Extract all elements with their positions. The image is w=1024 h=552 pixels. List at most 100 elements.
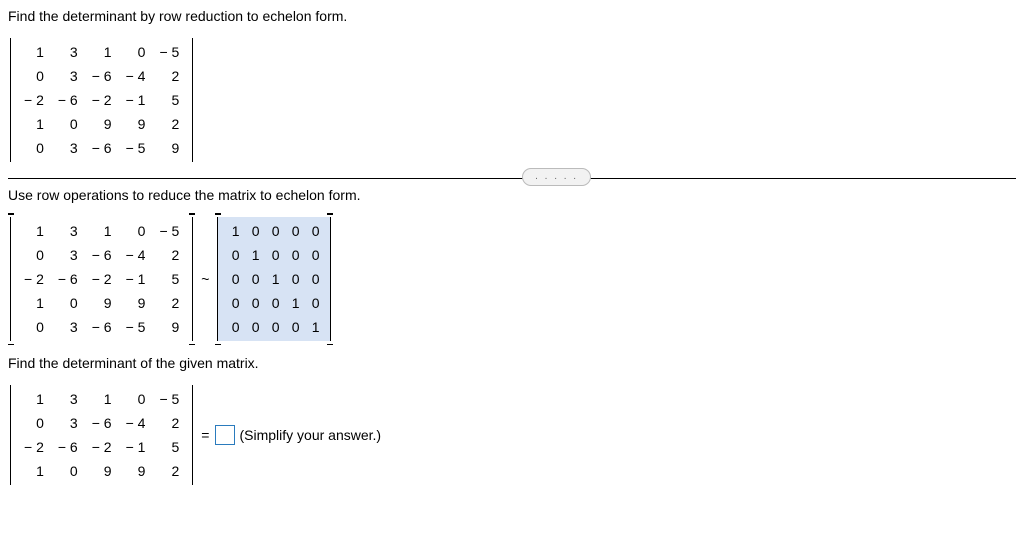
matrix-cell: 1 xyxy=(85,219,119,243)
matrix-cell: 0 xyxy=(17,315,51,339)
matrix-cell: 2 xyxy=(152,243,186,267)
matrix-cell: − 6 xyxy=(85,315,119,339)
equals-sign: = xyxy=(195,427,215,443)
table-row: 00010 xyxy=(224,291,324,315)
table-row: − 2− 6− 2− 15 xyxy=(17,88,186,112)
matrix-cell: − 6 xyxy=(85,136,119,160)
matrix-cell: 5 xyxy=(152,435,186,459)
matrix-cell: − 1 xyxy=(119,267,153,291)
matrix-cell: − 4 xyxy=(119,243,153,267)
matrix-cell: 9 xyxy=(119,291,153,315)
matrix-cell: 0 xyxy=(17,411,51,435)
matrix-cell: − 4 xyxy=(119,411,153,435)
step1-text: Use row operations to reduce the matrix … xyxy=(8,187,1016,203)
answer-input[interactable] xyxy=(215,425,235,445)
matrix-cell: − 2 xyxy=(85,267,119,291)
matrix-cell: − 4 xyxy=(119,64,153,88)
matrix-cell: 1 xyxy=(17,459,51,483)
matrix-cell: 0 xyxy=(51,291,85,315)
table-row: 03− 6− 42 xyxy=(17,243,186,267)
table-row: 00100 xyxy=(224,267,324,291)
matrix-cell: 0 xyxy=(51,459,85,483)
answer-hint: (Simplify your answer.) xyxy=(239,427,381,443)
table-row: 03− 6− 59 xyxy=(17,315,186,339)
table-row: 03− 6− 42 xyxy=(17,411,186,435)
matrix-cell: 0 xyxy=(51,112,85,136)
matrix-cell: − 5 xyxy=(152,40,186,64)
step2-text: Find the determinant of the given matrix… xyxy=(8,355,1016,371)
matrix-cell: 0 xyxy=(264,219,284,243)
matrix-cell: 0 xyxy=(284,243,304,267)
matrix-cell: 1 xyxy=(244,243,264,267)
matrix-cell: 3 xyxy=(51,136,85,160)
matrix-cell: 0 xyxy=(264,291,284,315)
table-row: 1310− 5 xyxy=(17,387,186,411)
table-row: 10000 xyxy=(224,219,324,243)
table-row: 03− 6− 59 xyxy=(17,136,186,160)
matrix-cell: 2 xyxy=(152,411,186,435)
matrix-cell: 9 xyxy=(119,459,153,483)
matrix-cell: 0 xyxy=(119,40,153,64)
section-divider xyxy=(8,178,1016,179)
matrix-cell: 0 xyxy=(224,291,244,315)
matrix-cell: 0 xyxy=(304,219,324,243)
matrix-cell: 0 xyxy=(224,243,244,267)
table-row: 10992 xyxy=(17,112,186,136)
matrix-cell: 0 xyxy=(304,291,324,315)
matrix-cell: 0 xyxy=(224,315,244,339)
matrix-cell: − 6 xyxy=(85,64,119,88)
matrix-cell: 1 xyxy=(85,40,119,64)
tilde: ~ xyxy=(195,271,215,287)
matrix-cell: − 6 xyxy=(51,88,85,112)
matrix-cell: − 1 xyxy=(119,88,153,112)
matrix-cell: 0 xyxy=(284,267,304,291)
matrix-cell: 1 xyxy=(85,387,119,411)
matrix-cell: 1 xyxy=(17,112,51,136)
matrix-cell: 1 xyxy=(17,219,51,243)
matrix-cell: 3 xyxy=(51,64,85,88)
table-row: 10992 xyxy=(17,291,186,315)
reduce-rhs-matrix[interactable]: 1000001000001000001000001 xyxy=(217,217,331,341)
matrix-cell: 9 xyxy=(119,112,153,136)
matrix-cell: 9 xyxy=(152,136,186,160)
matrix-cell: − 1 xyxy=(119,435,153,459)
matrix-cell: − 6 xyxy=(85,243,119,267)
matrix-cell: 0 xyxy=(17,64,51,88)
matrix-cell: 2 xyxy=(152,112,186,136)
matrix-cell: 1 xyxy=(17,291,51,315)
table-row: 10992 xyxy=(17,459,186,483)
expand-pill[interactable]: . . . . . xyxy=(522,168,591,186)
matrix-cell: 5 xyxy=(152,88,186,112)
matrix-cell: 0 xyxy=(264,315,284,339)
matrix-cell: 0 xyxy=(17,243,51,267)
matrix-cell: 0 xyxy=(244,219,264,243)
matrix-cell: − 6 xyxy=(51,435,85,459)
table-row: − 2− 6− 2− 15 xyxy=(17,435,186,459)
table-row: 1310− 5 xyxy=(17,40,186,64)
matrix-cell: − 5 xyxy=(119,315,153,339)
matrix-cell: 2 xyxy=(152,459,186,483)
matrix-cell: − 6 xyxy=(85,411,119,435)
table-row: 01000 xyxy=(224,243,324,267)
matrix-cell: − 2 xyxy=(17,435,51,459)
matrix-cell: − 2 xyxy=(85,435,119,459)
matrix-cell: 9 xyxy=(85,459,119,483)
matrix-cell: 0 xyxy=(284,219,304,243)
matrix-cell: − 6 xyxy=(51,267,85,291)
matrix-cell: 0 xyxy=(17,136,51,160)
matrix-cell: 3 xyxy=(51,243,85,267)
matrix-cell: 1 xyxy=(17,387,51,411)
matrix-cell: 9 xyxy=(85,291,119,315)
matrix-cell: 0 xyxy=(244,267,264,291)
matrix-cell: − 2 xyxy=(17,88,51,112)
matrix-cell: − 2 xyxy=(85,88,119,112)
matrix-cell: 1 xyxy=(304,315,324,339)
question-title: Find the determinant by row reduction to… xyxy=(8,8,1016,24)
matrix-cell: 5 xyxy=(152,267,186,291)
matrix-cell: 0 xyxy=(244,315,264,339)
matrix-cell: 0 xyxy=(119,387,153,411)
matrix-cell: 1 xyxy=(224,219,244,243)
matrix-cell: 3 xyxy=(51,411,85,435)
matrix-cell: 0 xyxy=(284,315,304,339)
matrix-cell: 0 xyxy=(224,267,244,291)
